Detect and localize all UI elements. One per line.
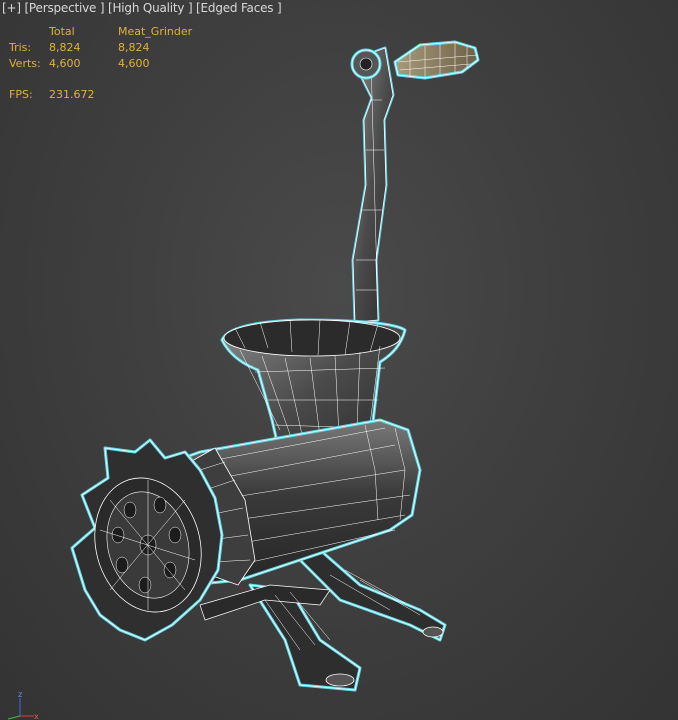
x-axis-label: x (34, 712, 39, 720)
z-axis-label: z (18, 690, 22, 699)
axis-gizmo: z x (7, 690, 39, 720)
y-axis-line (7, 715, 21, 720)
front-cutting-plate (70, 438, 224, 642)
crank-handle (350, 40, 480, 324)
viewport-scene[interactable] (0, 0, 678, 720)
meat-grinder-model[interactable] (70, 40, 480, 692)
